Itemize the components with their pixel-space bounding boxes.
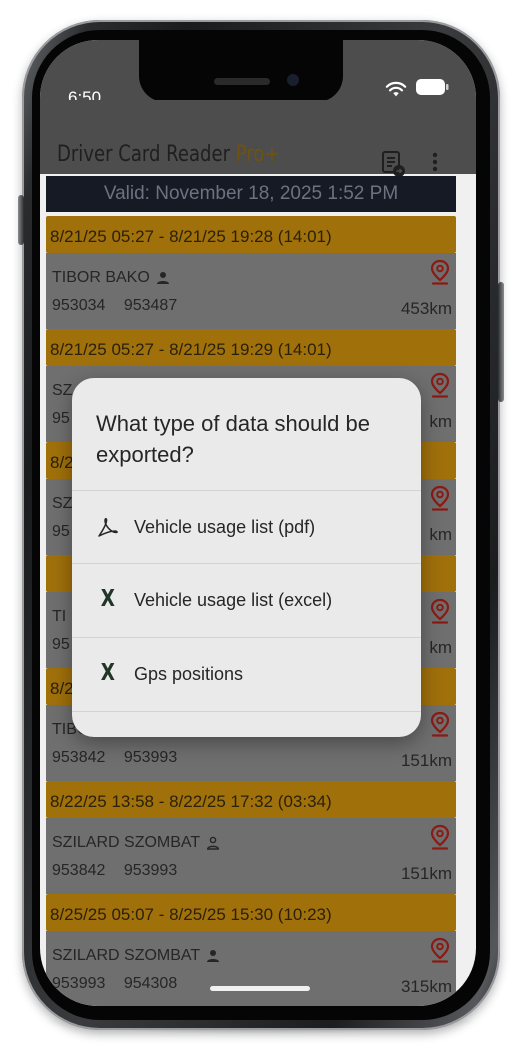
card-numbers: 95 [52,410,70,427]
app-toolbar: Driver Card Reader Pro+ [40,100,476,177]
dialog-divider [72,711,421,712]
location-pin-icon[interactable] [430,824,450,850]
app-title: Driver Card Reader Pro+ [57,142,280,167]
driver-name-text: SZILARD SZOMBAT [52,834,201,851]
trip-time-range: 8/21/25 05:27 - 8/21/25 19:28 (14:01) [46,216,456,253]
trip-details: SZILARD SZOMBAT 953842 953993 151km [46,818,456,894]
person-outline-icon [207,836,220,850]
card-numbers: 953842 953993 [52,749,178,766]
trip-item[interactable]: 8/22/25 13:58 - 8/22/25 17:32 (03:34) SZI… [46,781,456,894]
distance-km: km [429,525,452,544]
trip-item[interactable]: 8/21/25 05:27 - 8/21/25 19:28 (14:01) TIB… [46,216,456,329]
driver-name: TIBOR BAKO [52,269,170,287]
trip-details: SZILARD SZOMBAT 953993 954308 315km [46,931,456,1006]
pdf-icon [98,517,118,537]
card-numbers: 953034 953487 [52,297,178,314]
trip-time-range: 8/22/25 13:58 - 8/22/25 17:32 (03:34) [46,781,456,818]
excel-icon: X [100,660,115,686]
home-indicator[interactable] [210,986,310,991]
card-numbers: 95 [52,636,70,653]
location-pin-icon[interactable] [430,372,450,398]
battery-icon [416,79,449,95]
person-icon [156,271,169,284]
driver-name-text: SZ [52,495,73,512]
trip-time-range: 8/21/25 05:27 - 8/21/25 19:29 (14:01) [46,329,456,366]
excel-icon: X [100,586,115,612]
location-pin-icon[interactable] [430,259,450,285]
card-numbers: 953842 953993 [52,862,178,879]
speaker [214,78,270,85]
export-option-gps[interactable]: X Gps positions [72,637,421,710]
location-pin-icon[interactable] [430,485,450,511]
driver-name: SZILARD SZOMBAT [52,834,220,852]
validity-banner: Valid: November 18, 2025 1:52 PM [46,176,456,212]
phone-frame: 6:50 Driver Card Reader Pro+ Valid: Nove… [18,20,504,1030]
export-option-label: Vehicle usage list (excel) [134,590,333,610]
wifi-icon [385,81,407,97]
screen: 6:50 Driver Card Reader Pro+ Valid: Nove… [40,40,476,1006]
driver-name-text: SZ [52,382,73,399]
app-title-pro: Pro+ [235,142,280,167]
person-icon [207,949,220,962]
distance-km: 315km [400,977,452,996]
camera [287,74,299,86]
driver-name: SZILARD SZOMBAT [52,947,220,965]
export-option-label: Gps positions [134,664,244,684]
status-bar: 6:50 [40,40,476,107]
power-button [498,282,504,402]
driver-name-text: SZILARD SZOMBAT [52,947,201,964]
card-numbers: 95 [52,523,70,540]
export-option-label: Vehicle usage list (pdf) [134,517,316,537]
notch [139,40,343,102]
export-icon[interactable] [381,150,407,178]
trip-details: TIBOR BAKO 953034 953487 453km [46,253,456,329]
volume-button [18,195,24,245]
export-option-pdf[interactable]: Vehicle usage list (pdf) [72,490,421,563]
more-options-icon[interactable] [430,150,440,174]
dialog-title: What type of data should be exported? [96,411,370,467]
export-option-excel[interactable]: X Vehicle usage list (excel) [72,563,421,636]
export-dialog: What type of data should be exported? Ve… [72,378,421,737]
driver-name-text: TI [52,608,67,625]
location-pin-icon[interactable] [430,711,450,737]
app-title-main: Driver Card Reader [57,142,236,167]
driver-name-text: TIBOR BAKO [52,269,150,286]
location-pin-icon[interactable] [430,937,450,963]
distance-km: km [429,412,452,431]
distance-km: 151km [400,864,452,883]
distance-km: km [429,638,452,657]
card-numbers: 953993 954308 [52,975,178,992]
distance-km: 151km [400,751,452,770]
distance-km: 453km [400,299,452,318]
trip-time-range: 8/25/25 05:07 - 8/25/25 15:30 (10:23) [46,894,456,931]
location-pin-icon[interactable] [430,598,450,624]
